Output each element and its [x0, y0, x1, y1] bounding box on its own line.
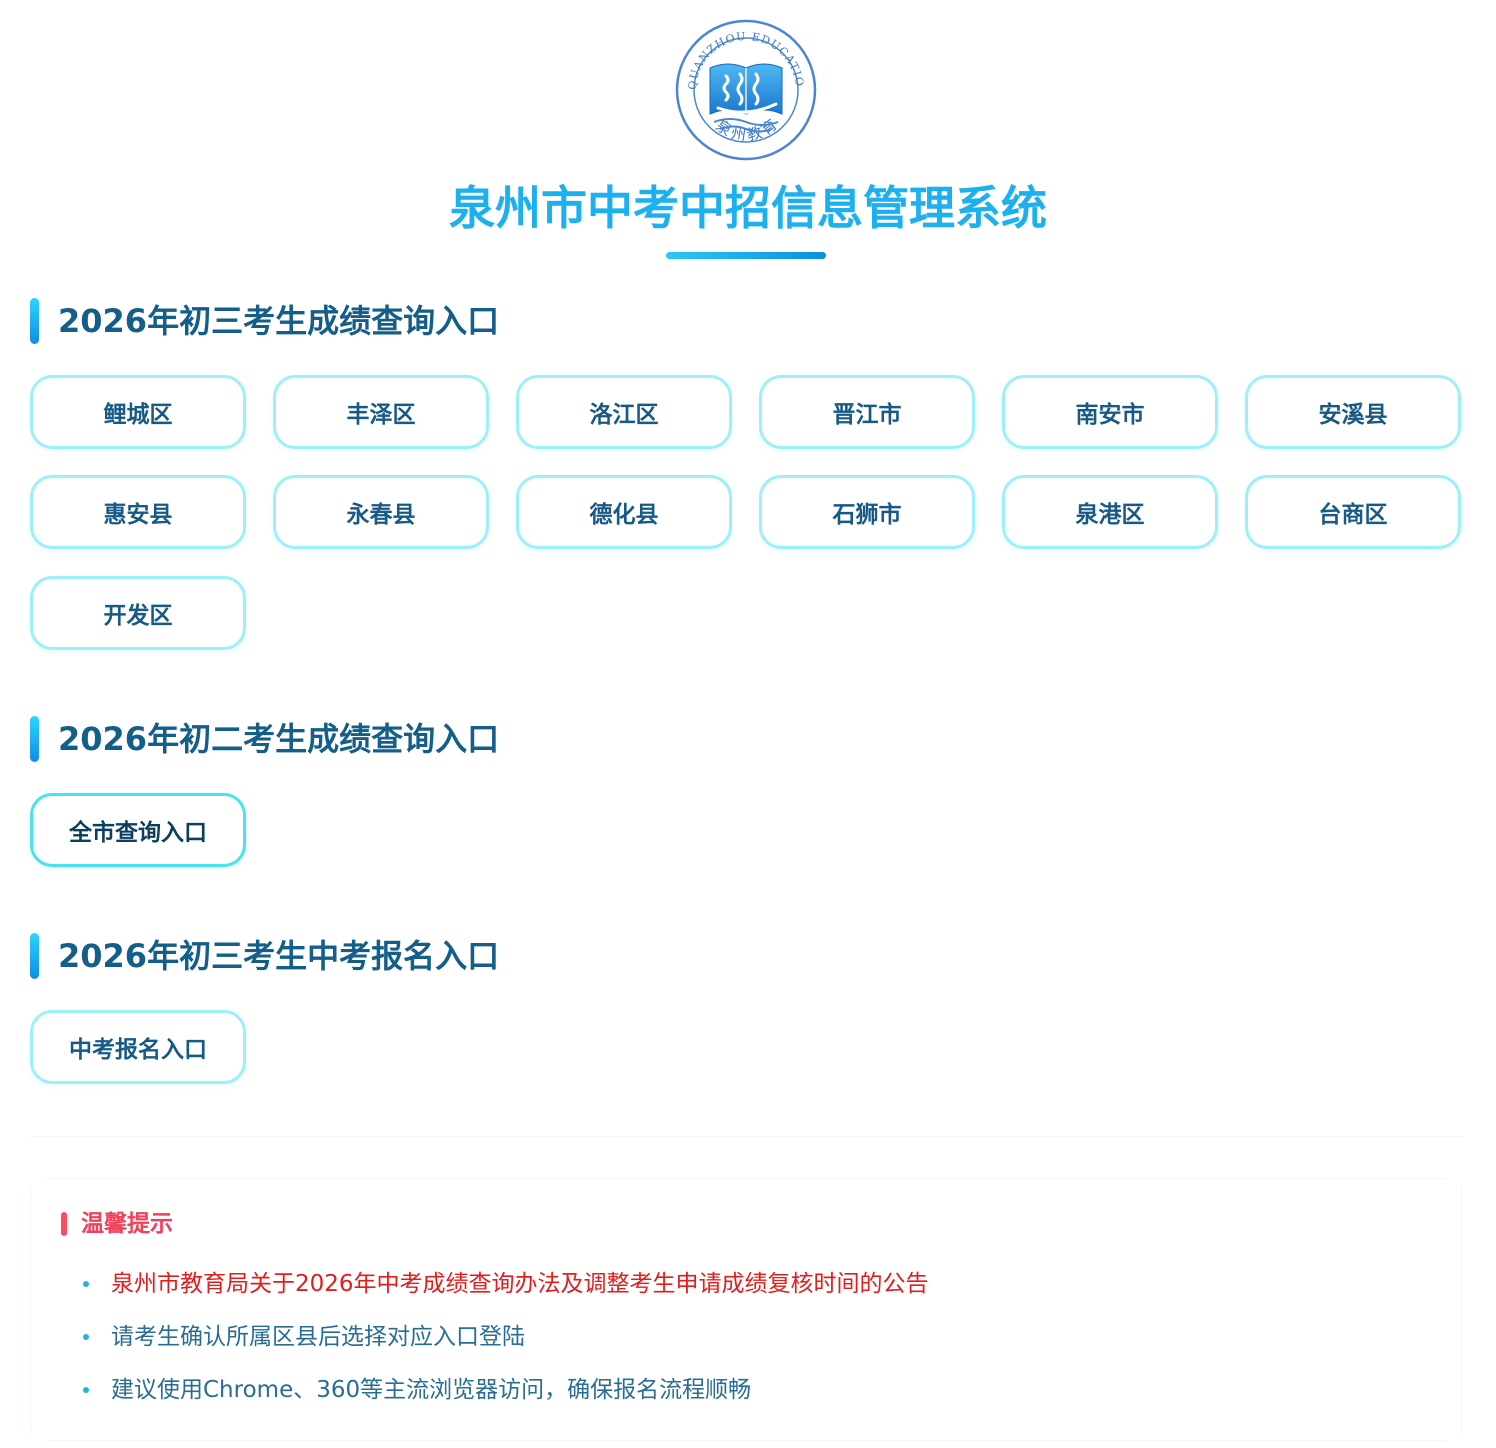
tip-text: 建议使用Chrome、360等主流浏览器访问，确保报名流程顺畅	[111, 1377, 752, 1403]
divider	[46, 1440, 1446, 1441]
region-button-fengze[interactable]: 丰泽区	[273, 375, 489, 449]
region-button-kaifa[interactable]: 开发区	[30, 576, 246, 650]
section-accent-bar	[30, 716, 39, 762]
divider	[46, 1178, 1446, 1179]
region-button-yongchun[interactable]: 永春县	[273, 475, 489, 549]
page-title: 泉州市中考中招信息管理系统	[449, 181, 1047, 235]
section-accent-bar	[30, 933, 39, 979]
bullet-dot-icon	[83, 1281, 89, 1287]
quanzhou-education-logo: QUANZHOU EDUCATION 泉州教育	[674, 18, 817, 161]
tip-text: 请考生确认所属区县后选择对应入口登陆	[111, 1324, 525, 1350]
announcement-link[interactable]: 泉州市教育局关于2026年中考成绩查询办法及调整考生申请成绩复核时间的公告	[111, 1266, 929, 1302]
bullet-dot-icon	[83, 1334, 89, 1340]
region-button-jinjiang[interactable]: 晋江市	[759, 375, 975, 449]
region-button-quangang[interactable]: 泉港区	[1002, 475, 1218, 549]
region-button-shishi[interactable]: 石狮市	[759, 475, 975, 549]
divider	[30, 1136, 1462, 1137]
tips-accent-bar	[61, 1212, 67, 1236]
section-accent-bar	[30, 298, 39, 344]
region-button-anxi[interactable]: 安溪县	[1245, 375, 1461, 449]
citywide-query-button[interactable]: 全市查询入口	[30, 793, 246, 867]
registration-button[interactable]: 中考报名入口	[30, 1010, 246, 1084]
title-underline	[666, 252, 826, 259]
region-button-licheng[interactable]: 鲤城区	[30, 375, 246, 449]
region-button-nanan[interactable]: 南安市	[1002, 375, 1218, 449]
section-title: 2026年初三考生中考报名入口	[58, 937, 500, 975]
page: QUANZHOU EDUCATION 泉州教育 泉州市中考中招信息管理系统 20…	[0, 0, 1496, 1448]
section-title: 2026年初三考生成绩查询入口	[58, 302, 500, 340]
region-button-luojiang[interactable]: 洛江区	[516, 375, 732, 449]
region-button-dehua[interactable]: 德化县	[516, 475, 732, 549]
region-button-huian[interactable]: 惠安县	[30, 475, 246, 549]
tips-panel: 温馨提示 泉州市教育局关于2026年中考成绩查询办法及调整考生申请成绩复核时间的…	[30, 1186, 1462, 1436]
region-button-taishang[interactable]: 台商区	[1245, 475, 1461, 549]
section-title: 2026年初二考生成绩查询入口	[58, 720, 500, 758]
bullet-dot-icon	[83, 1387, 89, 1393]
tips-title: 温馨提示	[81, 1211, 173, 1237]
